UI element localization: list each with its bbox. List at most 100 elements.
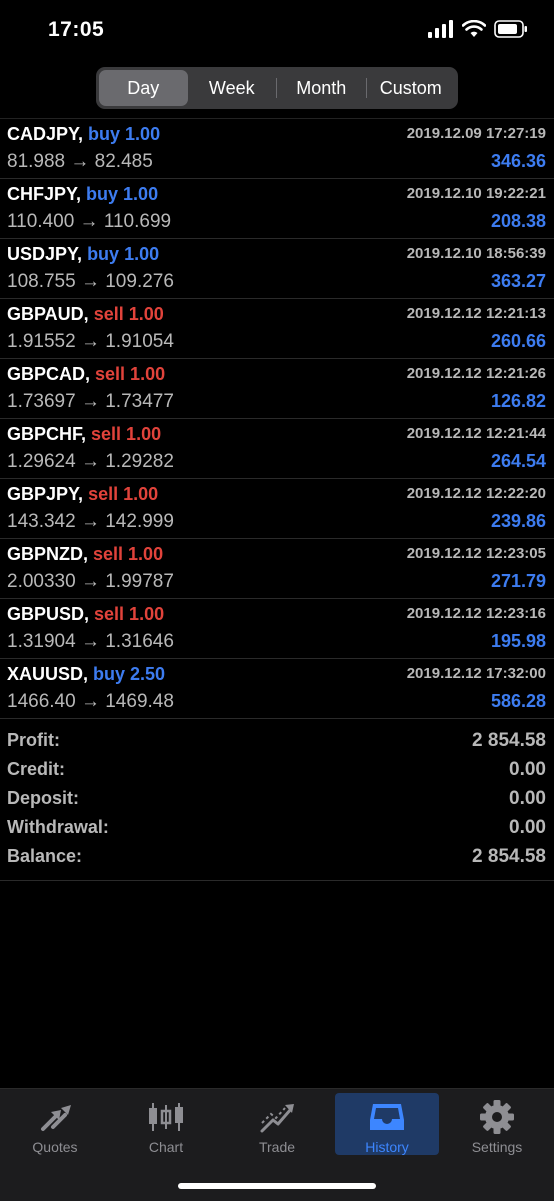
status-time: 17:05 xyxy=(48,18,105,41)
deal-time: 2019.12.12 12:21:44 xyxy=(406,425,546,442)
deal-time: 2019.12.12 12:21:13 xyxy=(406,305,546,322)
deal-time: 2019.12.12 12:23:05 xyxy=(406,545,546,562)
tab-label: History xyxy=(365,1139,409,1155)
period-segmented-control: Day Week Month Custom xyxy=(96,67,458,109)
tab-month[interactable]: Month xyxy=(277,70,366,106)
deal-row[interactable]: USDJPY, buy 1.00 2019.12.10 18:56:39 108… xyxy=(0,239,554,299)
tab-label: Trade xyxy=(258,1139,296,1155)
battery-icon xyxy=(494,20,527,38)
deal-prices: 1.73697 → 1.73477 xyxy=(7,391,174,412)
deal-time: 2019.12.10 19:22:21 xyxy=(406,185,546,202)
deal-time: 2019.12.10 18:56:39 xyxy=(406,245,546,262)
deal-prices: 143.342 → 142.999 xyxy=(7,511,174,532)
deal-time: 2019.12.09 17:27:19 xyxy=(406,125,546,142)
tab-chart[interactable]: Chart xyxy=(114,1093,218,1155)
home-indicator[interactable] xyxy=(178,1183,376,1189)
tab-day[interactable]: Day xyxy=(99,70,188,106)
deal-time: 2019.12.12 17:32:00 xyxy=(406,665,546,682)
deal-symbol: GBPNZD, sell 1.00 xyxy=(7,544,164,564)
deal-profit: 239.86 xyxy=(490,511,546,531)
summary-deposit: Deposit: 0.00 xyxy=(0,786,554,815)
deal-row[interactable]: CHFJPY, buy 1.00 2019.12.10 19:22:21 110… xyxy=(0,179,554,239)
deal-symbol: XAUUSD, buy 2.50 xyxy=(7,664,166,684)
deal-side: sell 1.00 xyxy=(93,304,164,324)
deal-profit: 586.28 xyxy=(490,691,546,711)
deal-side: buy 1.00 xyxy=(88,124,161,144)
tab-label: Settings xyxy=(471,1139,523,1155)
inbox-tray-icon xyxy=(370,1104,404,1130)
deal-side: sell 1.00 xyxy=(94,604,165,624)
deal-row[interactable]: GBPCAD, sell 1.00 2019.12.12 12:21:26 1.… xyxy=(0,359,554,419)
deal-symbol: GBPCAD, sell 1.00 xyxy=(7,364,166,384)
summary-label: Balance: xyxy=(7,846,83,866)
summary-divider xyxy=(0,880,554,881)
deal-side: buy 1.00 xyxy=(87,244,160,264)
deal-prices: 108.755 → 109.276 xyxy=(7,271,174,292)
deal-row[interactable]: GBPNZD, sell 1.00 2019.12.12 12:23:05 2.… xyxy=(0,539,554,599)
deal-row[interactable]: GBPUSD, sell 1.00 2019.12.12 12:23:16 1.… xyxy=(0,599,554,659)
gear-icon xyxy=(480,1100,514,1134)
tab-label: Chart xyxy=(148,1139,184,1155)
deal-symbol: CHFJPY, buy 1.00 xyxy=(7,184,159,204)
status-bar: 17:05 xyxy=(0,0,554,62)
deal-profit: 271.79 xyxy=(490,571,546,591)
deal-prices: 1.91552 → 1.91054 xyxy=(7,331,174,352)
deal-profit: 126.82 xyxy=(490,391,546,411)
trend-line-icon xyxy=(260,1104,294,1133)
quotes-arrows-icon xyxy=(41,1105,71,1131)
deal-side: sell 1.00 xyxy=(93,544,164,564)
summary-label: Profit: xyxy=(7,730,60,750)
tab-label: Quotes xyxy=(32,1139,78,1155)
deal-prices: 2.00330 → 1.99787 xyxy=(7,571,174,592)
tab-quotes[interactable]: Quotes xyxy=(3,1093,107,1155)
summary-value: 0.00 xyxy=(509,759,546,780)
deal-side: sell 1.00 xyxy=(91,424,162,444)
deal-side: buy 1.00 xyxy=(86,184,159,204)
summary-value: 2 854.58 xyxy=(472,730,546,751)
deal-row[interactable]: CADJPY, buy 1.00 2019.12.09 17:27:19 81.… xyxy=(0,119,554,179)
deal-symbol: GBPCHF, sell 1.00 xyxy=(7,424,162,444)
deal-row[interactable]: XAUUSD, buy 2.50 2019.12.12 17:32:00 146… xyxy=(0,659,554,719)
deal-profit: 363.27 xyxy=(490,271,546,291)
deal-symbol: GBPJPY, sell 1.00 xyxy=(7,484,159,504)
deal-symbol: USDJPY, buy 1.00 xyxy=(7,244,160,264)
summary-profit: Profit: 2 854.58 xyxy=(0,728,554,757)
deal-symbol: GBPUSD, sell 1.00 xyxy=(7,604,165,624)
deal-profit: 260.66 xyxy=(490,331,546,351)
deal-profit: 264.54 xyxy=(490,451,546,471)
account-summary: Profit: 2 854.58 Credit: 0.00 Deposit: 0… xyxy=(0,728,554,873)
tab-custom[interactable]: Custom xyxy=(367,70,456,106)
deal-prices: 81.988 → 82.485 xyxy=(7,151,153,172)
tab-trade[interactable]: Trade xyxy=(225,1093,329,1155)
deal-side: sell 1.00 xyxy=(88,484,159,504)
summary-value: 0.00 xyxy=(509,788,546,809)
deal-prices: 1466.40 → 1469.48 xyxy=(7,691,174,712)
deal-time: 2019.12.12 12:22:20 xyxy=(406,485,546,502)
deal-time: 2019.12.12 12:21:26 xyxy=(406,365,546,382)
summary-value: 0.00 xyxy=(509,817,546,838)
summary-label: Deposit: xyxy=(7,788,79,808)
deal-row[interactable]: GBPCHF, sell 1.00 2019.12.12 12:21:44 1.… xyxy=(0,419,554,479)
tab-settings[interactable]: Settings xyxy=(445,1093,549,1155)
deal-prices: 110.400 → 110.699 xyxy=(7,211,172,232)
wifi-icon xyxy=(462,20,486,37)
tab-week[interactable]: Week xyxy=(188,70,277,106)
deal-time: 2019.12.12 12:23:16 xyxy=(406,605,546,622)
deal-symbol: GBPAUD, sell 1.00 xyxy=(7,304,164,324)
summary-value: 2 854.58 xyxy=(472,846,546,867)
summary-withdrawal: Withdrawal: 0.00 xyxy=(0,815,554,844)
candlestick-icon xyxy=(149,1103,183,1131)
summary-label: Credit: xyxy=(7,759,65,779)
deal-profit: 208.38 xyxy=(490,211,546,231)
tab-history[interactable]: History xyxy=(335,1093,439,1155)
deal-side: buy 2.50 xyxy=(93,664,166,684)
deal-prices: 1.29624 → 1.29282 xyxy=(7,451,174,472)
deal-profit: 195.98 xyxy=(490,631,546,651)
summary-credit: Credit: 0.00 xyxy=(0,757,554,786)
summary-balance: Balance: 2 854.58 xyxy=(0,844,554,873)
deal-row[interactable]: GBPJPY, sell 1.00 2019.12.12 12:22:20 14… xyxy=(0,479,554,539)
status-icons xyxy=(428,20,528,38)
deal-prices: 1.31904 → 1.31646 xyxy=(7,631,174,652)
summary-label: Withdrawal: xyxy=(7,817,109,837)
deal-row[interactable]: GBPAUD, sell 1.00 2019.12.12 12:21:13 1.… xyxy=(0,299,554,359)
